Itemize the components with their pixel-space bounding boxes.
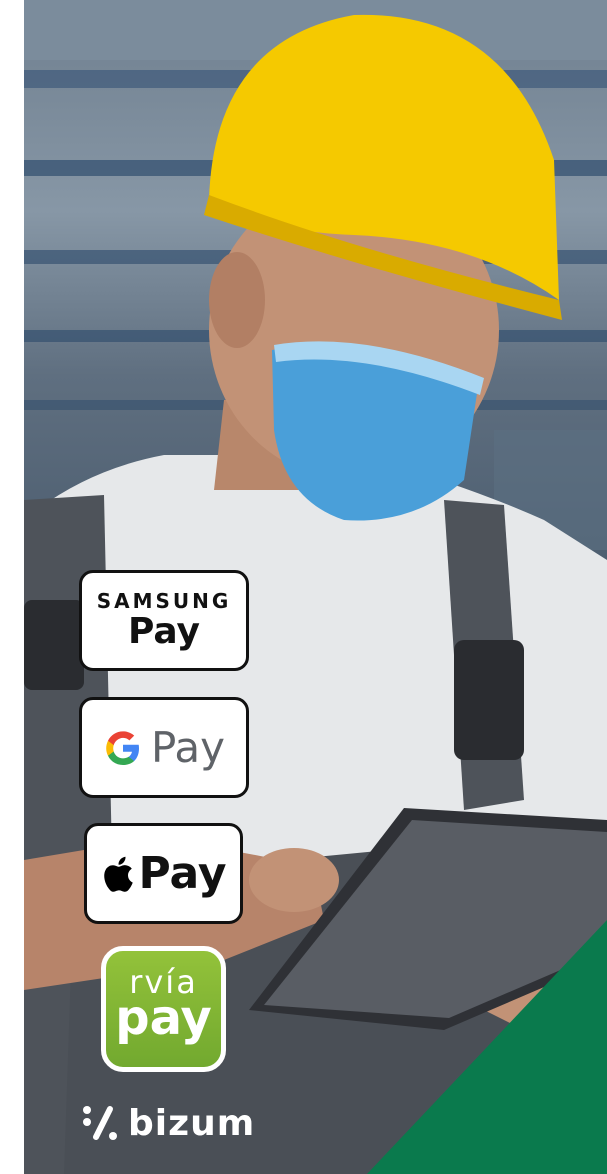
apple-icon — [104, 856, 134, 892]
samsung-pay-badge: SAMSUNG Pay — [79, 570, 249, 671]
bizum-logo: bizum — [80, 1098, 255, 1148]
bizum-icon — [83, 1106, 117, 1140]
google-pay-label: Pay — [150, 723, 226, 772]
samsung-pay-bottom-label: Pay — [127, 610, 201, 652]
samsung-pay-top-label: SAMSUNG — [96, 588, 232, 613]
bizum-label: bizum — [128, 1102, 256, 1144]
rvia-pay-bottom-label: pay — [115, 990, 212, 1046]
apple-pay-badge: Pay — [84, 823, 243, 924]
apple-pay-label: Pay — [138, 848, 227, 899]
rvia-pay-logo: rvía pay — [101, 946, 226, 1072]
google-pay-badge: Pay — [79, 697, 249, 798]
google-g-icon — [106, 730, 139, 765]
